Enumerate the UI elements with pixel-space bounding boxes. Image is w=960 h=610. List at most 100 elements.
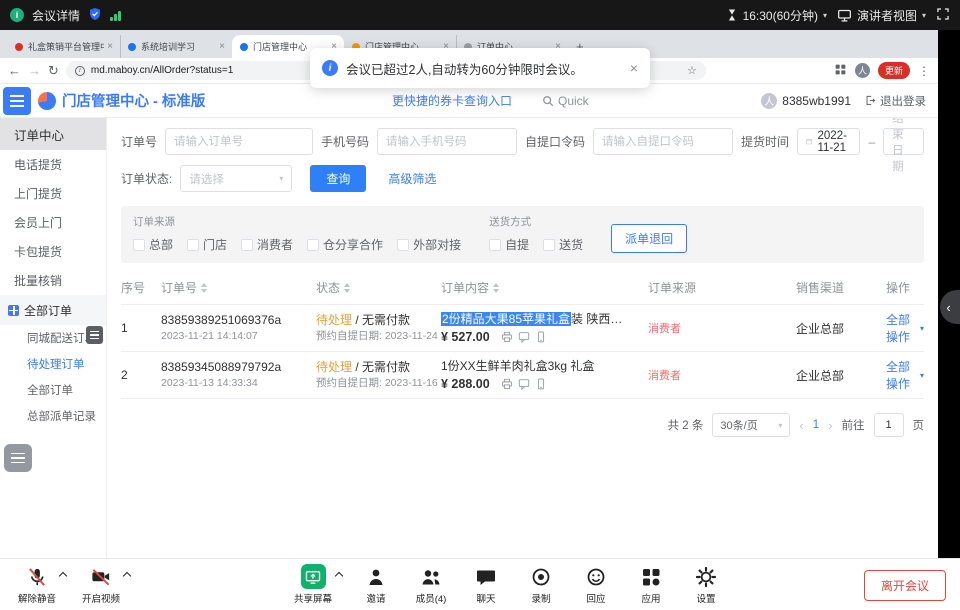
- start-video-button[interactable]: 开启视频: [80, 564, 122, 605]
- order-status-select[interactable]: 请选择 ▾: [180, 165, 292, 192]
- sidebar-collapse-handle[interactable]: [86, 326, 103, 344]
- tab-close-icon[interactable]: ×: [107, 41, 113, 52]
- app-title: 门店管理中心 - 标准版: [62, 90, 205, 111]
- phone-icon[interactable]: [535, 378, 547, 390]
- tab-close-icon[interactable]: ×: [219, 41, 225, 52]
- tab-favicon: [15, 43, 23, 51]
- dispatch-return-button[interactable]: 派单退回: [611, 224, 687, 253]
- checkbox-external[interactable]: 外部对接: [397, 236, 461, 253]
- all-actions-dropdown[interactable]: 全部操作▾: [886, 358, 924, 392]
- forward-icon[interactable]: →: [28, 63, 41, 78]
- checkbox-warehouse-share[interactable]: 仓分享合作: [307, 236, 383, 253]
- phone-label: 手机号码: [321, 133, 369, 150]
- browser-window: 礼盒策销平台管理中心 × 系统培训学习 × 门店管理中心 × 门店管理中心 ×: [0, 30, 938, 558]
- message-icon[interactable]: [518, 378, 530, 390]
- sidebar-item-pending-orders[interactable]: 待处理订单: [0, 351, 106, 377]
- sidebar-item-phone-pickup[interactable]: 电话提货: [0, 150, 106, 179]
- order-no-input[interactable]: [165, 128, 313, 155]
- phone-input[interactable]: [377, 128, 517, 155]
- quick-search[interactable]: Quick: [542, 94, 589, 108]
- meeting-info-icon: i: [10, 8, 24, 22]
- fullscreen-icon[interactable]: [936, 7, 950, 24]
- print-icon[interactable]: [501, 378, 513, 390]
- invite-person-icon: [365, 564, 387, 589]
- sort-icon[interactable]: [344, 283, 350, 293]
- share-options-chevron[interactable]: [335, 572, 343, 580]
- checkbox-icon: [187, 239, 199, 251]
- sidebar-item-card-pickup[interactable]: 卡包提货: [0, 237, 106, 266]
- pickup-code-input[interactable]: [593, 128, 733, 155]
- members-button[interactable]: 成员(4): [410, 564, 452, 605]
- sidebar-item-member-visit[interactable]: 会员上门: [0, 208, 106, 237]
- checkbox-store[interactable]: 门店: [187, 236, 227, 253]
- per-page-select[interactable]: 30条/页 ▾: [712, 413, 790, 437]
- meeting-timer[interactable]: 16:30(60分钟) ▾: [726, 7, 827, 24]
- sidebar-group-all-orders[interactable]: 全部订单: [0, 295, 106, 325]
- checkbox-self-pickup[interactable]: 自提: [489, 236, 529, 253]
- sidebar-item-batch-verify[interactable]: 批量核销: [0, 266, 106, 295]
- extensions-icon[interactable]: [834, 63, 847, 79]
- settings-button[interactable]: 设置: [685, 564, 727, 605]
- advanced-filter-link[interactable]: 高级筛选: [388, 170, 436, 187]
- browser-menu-icon[interactable]: ⋮: [918, 64, 930, 78]
- calendar-icon: [806, 136, 812, 147]
- record-button[interactable]: 录制: [520, 564, 562, 605]
- view-mode-selector[interactable]: 演讲者视图 ▾: [837, 7, 926, 24]
- refresh-icon[interactable]: ↻: [48, 63, 59, 79]
- security-shield-icon[interactable]: [88, 7, 102, 24]
- checkbox-hq[interactable]: 总部: [133, 236, 173, 253]
- search-button[interactable]: 查询: [310, 165, 366, 192]
- bookmark-star-icon[interactable]: ☆: [687, 64, 697, 77]
- mic-options-chevron[interactable]: [59, 572, 67, 580]
- sidebar-toggle-button[interactable]: [3, 87, 31, 115]
- prev-page-icon[interactable]: ‹: [799, 418, 803, 433]
- reactions-button[interactable]: 回应: [575, 564, 617, 605]
- browser-update-button[interactable]: 更新: [878, 62, 910, 79]
- print-icon[interactable]: [501, 331, 513, 343]
- sidebar-item-all-orders[interactable]: 全部订单: [0, 377, 106, 403]
- apps-grid-icon: [640, 564, 662, 589]
- sort-icon[interactable]: [201, 283, 207, 293]
- status-badge: 待处理: [316, 313, 352, 327]
- current-page[interactable]: 1: [813, 419, 819, 431]
- panel-expand-handle[interactable]: ‹: [940, 290, 960, 324]
- chat-button[interactable]: 聊天: [465, 564, 507, 605]
- unmute-button[interactable]: 解除静音: [16, 564, 58, 605]
- share-screen-button[interactable]: 共享屏幕: [292, 564, 334, 605]
- start-date-input[interactable]: 2022-11-21: [797, 128, 860, 155]
- checkbox-delivery[interactable]: 送货: [543, 236, 583, 253]
- goto-label: 前往: [842, 417, 865, 433]
- logout-button[interactable]: 退出登录: [865, 93, 926, 109]
- sales-channel: 企业总部: [796, 320, 886, 337]
- message-icon[interactable]: [518, 331, 530, 343]
- goto-page-input[interactable]: [874, 413, 904, 437]
- sort-icon[interactable]: [493, 283, 499, 293]
- video-options-chevron[interactable]: [123, 572, 131, 580]
- next-page-icon[interactable]: ›: [828, 418, 832, 433]
- browser-tab[interactable]: 系统培训学习 ×: [120, 35, 232, 58]
- all-actions-dropdown[interactable]: 全部操作▾: [886, 311, 924, 345]
- leave-meeting-button[interactable]: 离开会议: [864, 570, 946, 601]
- account-menu[interactable]: 人 8385wb1991: [761, 93, 851, 109]
- order-source-tag: 消费者: [648, 323, 681, 335]
- back-icon[interactable]: ←: [8, 63, 21, 78]
- profile-avatar[interactable]: 人: [855, 63, 870, 78]
- browser-tab[interactable]: 礼盒策销平台管理中心 ×: [8, 35, 120, 58]
- chevron-down-icon: ▾: [922, 11, 926, 20]
- sidebar-item-door-pickup[interactable]: 上门提货: [0, 179, 106, 208]
- floating-list-button[interactable]: [4, 444, 32, 472]
- meeting-details-link[interactable]: 会议详情: [32, 7, 80, 24]
- toast-close-icon[interactable]: ×: [630, 60, 638, 76]
- checkbox-consumer[interactable]: 消费者: [241, 236, 293, 253]
- invite-button[interactable]: 邀请: [355, 564, 397, 605]
- sidebar-item-hq-dispatch-log[interactable]: 总部派单记录: [0, 403, 106, 429]
- url-text: md.maboy.cn/AllOrder?status=1: [91, 65, 233, 76]
- site-info-icon[interactable]: i: [75, 66, 85, 76]
- phone-icon[interactable]: [535, 331, 547, 343]
- apps-button[interactable]: 应用: [630, 564, 672, 605]
- chevron-down-icon: ▾: [920, 371, 924, 380]
- end-date-input[interactable]: 结束日期: [883, 128, 924, 155]
- checkbox-icon: [489, 239, 501, 251]
- coupon-query-link[interactable]: 更快捷的券卡查询入口: [392, 92, 512, 109]
- sidebar-section-order-center[interactable]: 订单中心: [0, 118, 106, 150]
